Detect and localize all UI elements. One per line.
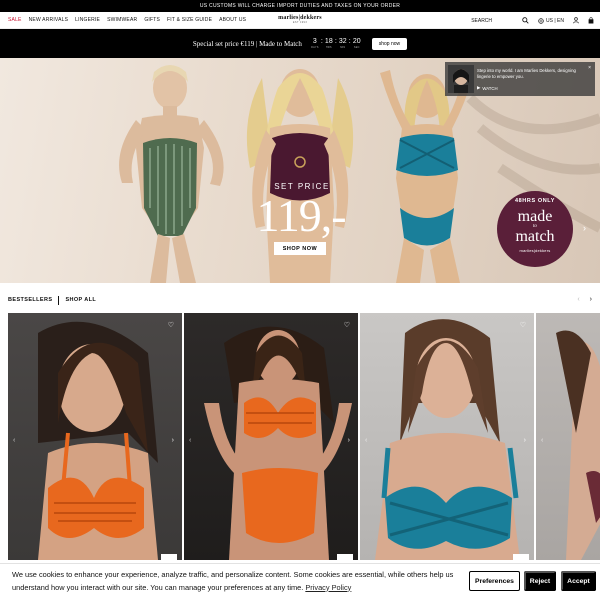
- video-popup-message: Step into my world. I am Marlies Dekkers…: [477, 68, 576, 79]
- heart-icon[interactable]: ♡: [520, 321, 526, 329]
- nav-item-new-arrivals[interactable]: NEW ARRIVALS: [29, 17, 69, 23]
- countdown-timer: 3 DAYS : 18 HRS : 32 MIN : 20 SEC: [311, 38, 361, 49]
- cookie-banner: We use cookies to enhance your experienc…: [0, 563, 600, 600]
- accept-button[interactable]: Accept: [561, 571, 596, 591]
- main-nav: SALE NEW ARRIVALS LINGERIE SWIMWEAR GIFT…: [0, 17, 246, 23]
- close-icon[interactable]: ×: [588, 65, 591, 71]
- chevron-right-icon[interactable]: ›: [524, 437, 526, 444]
- product-carousel: ♡ ‹ › ♡ ‹ › ♡ ‹ › ‹: [8, 313, 600, 560]
- account-icon[interactable]: [572, 17, 579, 24]
- logo-sub: EST 1993: [292, 21, 308, 24]
- video-thumbnail[interactable]: [448, 65, 474, 93]
- divider: [58, 295, 60, 305]
- hero-next-arrow-icon[interactable]: ›: [583, 223, 586, 233]
- chevron-left-icon[interactable]: ‹: [365, 437, 367, 444]
- shop-all-link[interactable]: SHOP ALL: [65, 297, 96, 303]
- timer-minutes: 32 MIN: [338, 38, 347, 49]
- timer-seconds: 20 SEC: [352, 38, 361, 49]
- product-card[interactable]: ‹: [536, 313, 600, 560]
- privacy-policy-link[interactable]: Privacy Policy: [305, 583, 351, 592]
- preferences-button[interactable]: Preferences: [469, 571, 520, 591]
- heart-icon[interactable]: ♡: [344, 321, 350, 329]
- announcement-bar: US CUSTOMS WILL CHARGE IMPORT DUTIES AND…: [0, 0, 600, 12]
- product-label-tab: [161, 554, 177, 560]
- bestsellers-title: BESTSELLERS: [8, 297, 53, 303]
- chevron-left-icon[interactable]: ‹: [13, 437, 15, 444]
- nav-item-gifts[interactable]: GIFTS: [144, 17, 160, 23]
- product-image: [38, 321, 158, 560]
- nav-item-lingerie[interactable]: LINGERIE: [75, 17, 100, 23]
- search-label[interactable]: SEARCH: [471, 18, 492, 24]
- nav-item-about-us[interactable]: ABOUT US: [219, 17, 246, 23]
- product-label-tab: [337, 554, 353, 560]
- product-card[interactable]: ♡ ‹ ›: [8, 313, 182, 560]
- promo-shop-now-button[interactable]: shop now: [371, 37, 408, 50]
- header-utilities: SEARCH US | EN: [471, 12, 594, 29]
- globe-icon: [537, 17, 544, 24]
- chevron-left-icon[interactable]: ‹: [577, 296, 579, 303]
- video-watch-button[interactable]: ▶ WATCH: [477, 85, 498, 91]
- product-card[interactable]: ♡ ‹ ›: [184, 313, 358, 560]
- locale-selector[interactable]: US | EN: [537, 17, 564, 24]
- hero-price: 119,-: [256, 190, 346, 241]
- promo-bar: Special set price €119 | Made to Match 3…: [0, 29, 600, 58]
- badge-top-text: 48HRS ONLY: [514, 198, 556, 204]
- product-image: [556, 330, 600, 560]
- chevron-right-icon[interactable]: ›: [172, 437, 174, 444]
- watch-label: WATCH: [482, 85, 498, 91]
- badge-line1: made: [517, 208, 553, 225]
- brand-logo[interactable]: marlies|dekkers EST 1993: [274, 15, 326, 24]
- bestsellers-header: BESTSELLERS SHOP ALL ‹ ›: [0, 290, 600, 310]
- nav-item-swimwear[interactable]: SWIMWEAR: [107, 17, 137, 23]
- timer-days: 3 DAYS: [311, 38, 319, 49]
- reject-button[interactable]: Reject: [524, 571, 556, 591]
- announcement-text: US CUSTOMS WILL CHARGE IMPORT DUTIES AND…: [199, 3, 401, 9]
- chevron-right-icon[interactable]: ›: [348, 437, 350, 444]
- chevron-right-icon[interactable]: ›: [590, 296, 592, 303]
- promo-text: Special set price €119 | Made to Match: [192, 39, 302, 48]
- heart-icon[interactable]: ♡: [168, 321, 174, 329]
- product-image: [204, 326, 352, 560]
- nav-item-sale[interactable]: SALE: [8, 17, 22, 23]
- site-header: SALE NEW ARRIVALS LINGERIE SWIMWEAR GIFT…: [0, 12, 600, 29]
- nav-item-fit-size-guide[interactable]: FIT & SIZE GUIDE: [167, 17, 212, 23]
- bag-icon[interactable]: [587, 17, 594, 24]
- product-label-tab: [513, 554, 529, 560]
- search-icon[interactable]: [522, 17, 529, 24]
- play-icon: ▶: [477, 85, 481, 90]
- locale-label: US | EN: [546, 17, 564, 24]
- product-card[interactable]: ♡ ‹ ›: [360, 313, 534, 560]
- hero-shop-now-button[interactable]: SHOP NOW: [274, 242, 326, 255]
- cookie-text: We use cookies to enhance your experienc…: [12, 570, 454, 592]
- product-image: [375, 319, 520, 560]
- cookie-message: We use cookies to enhance your experienc…: [12, 569, 462, 594]
- carousel-arrows: ‹ ›: [577, 296, 592, 303]
- badge-brand: marlies|dekkers: [519, 248, 551, 253]
- badge-line2: match: [515, 228, 555, 245]
- made-to-match-badge: 48HRS ONLY made to match marlies|dekkers: [497, 191, 573, 267]
- chevron-left-icon[interactable]: ‹: [541, 437, 543, 444]
- chevron-left-icon[interactable]: ‹: [189, 437, 191, 444]
- timer-hours: 18 HRS: [324, 38, 333, 49]
- video-popup[interactable]: Step into my world. I am Marlies Dekkers…: [445, 62, 595, 96]
